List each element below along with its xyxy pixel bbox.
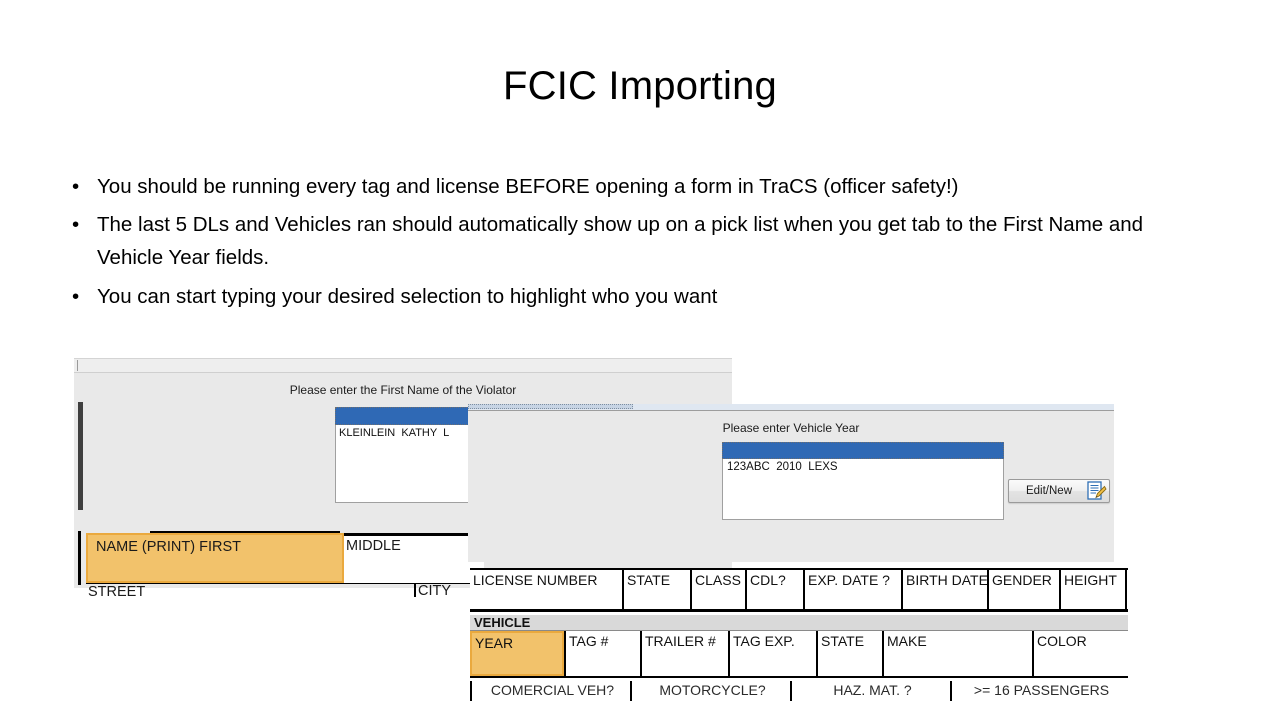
vehicle-col-passengers: >= 16 PASSENGERS [950,681,1128,701]
edit-new-button[interactable]: Edit/New [1008,479,1110,503]
bullet-text-1: You should be running every tag and lice… [97,175,959,198]
dialog-left-accent-bar [78,402,83,510]
vehicle-subheader-row: COMERCIAL VEH? MOTORCYCLE? HAZ. MAT. ? >… [470,681,1128,701]
vehicle-col-commercial: COMERCIAL VEH? [470,681,630,701]
vehicle-year-picker-screenshot: Please enter Vehicle Year 123ABC 2010 LE… [468,404,1114,562]
dl-col-exp-date: EXP. DATE ? [803,570,901,609]
vehicle-section-label: VEHICLE [474,615,531,630]
dl-col-gender: GENDER [987,570,1059,609]
vehicle-year-prompt-label: Please enter Vehicle Year [722,421,860,435]
vehicle-col-year[interactable]: YEAR [470,631,564,676]
bullet-text-3: You can start typing your desired select… [97,284,718,308]
vehicle-header-row: YEAR TAG # TRAILER # TAG EXP. STATE MAKE… [470,631,1128,678]
scrollbar-thumb[interactable] [468,404,633,409]
dl-col-birth-date: BIRTH DATE [901,570,987,609]
bullet-marker-icon: • [72,175,80,198]
vehicle-col-state: STATE [816,631,882,676]
field-name-print-first[interactable]: NAME (PRINT) FIRST [86,533,344,583]
bullet-marker-icon: • [72,213,80,237]
dl-col-license-number: LICENSE NUMBER [470,570,622,609]
dl-col-edge [1125,570,1130,609]
vehicle-section-header: VEHICLE [470,615,1128,631]
list-item[interactable]: KLEINLEIN KATHY L [336,425,468,439]
vehicle-col-tag: TAG # [564,631,640,676]
page-title: FCIC Importing [503,64,777,108]
first-name-dropdown-list[interactable]: KLEINLEIN KATHY L [335,425,469,503]
first-name-prompt-label: Please enter the First Name of the Viola… [289,383,517,397]
first-name-combobox[interactable]: KLEINLEIN KATHY L [335,407,469,503]
vehicle-col-tag-exp: TAG EXP. [728,631,816,676]
form-tables: LICENSE NUMBER STATE CLASS CDL? EXP. DAT… [470,568,1130,720]
bullet-marker-icon: • [72,284,80,308]
vehicle-col-make: MAKE [882,631,1032,676]
dl-col-cdl: CDL? [745,570,803,609]
dl-col-state: STATE [622,570,690,609]
vehicle-year-dropdown-list[interactable]: 123ABC 2010 LEXS [722,459,1004,520]
vehicle-col-color: COLOR [1032,631,1128,676]
vehicle-col-motorcycle: MOTORCYCLE? [630,681,790,701]
bullet-item-2: • The last 5 DLs and Vehicles ran should… [66,208,1186,274]
dl-col-height: HEIGHT [1059,570,1125,609]
dialog-toolbar [74,359,732,373]
vehicle-col-trailer: TRAILER # [640,631,728,676]
presentation-slide: FCIC Importing • You should be running e… [0,0,1280,720]
form-left-border [78,531,81,585]
list-item[interactable]: 123ABC 2010 LEXS [723,459,1003,473]
vehicle-year-combobox[interactable]: 123ABC 2010 LEXS [722,442,1004,520]
bullet-item-3: • You can start typing your desired sele… [66,280,1186,313]
edit-document-pencil-icon [1087,481,1107,500]
bullet-list: • You should be running every tag and li… [66,170,1186,318]
bullet-text-2: The last 5 DLs and Vehicles ran should a… [97,213,1144,270]
field-middle[interactable]: MIDDLE [344,533,484,583]
first-name-selected-value[interactable] [335,407,469,425]
toolbar-grip-icon [77,360,78,371]
field-street[interactable]: STREET [86,583,344,597]
dl-col-class: CLASS [690,570,745,609]
vehicle-col-haz-mat: HAZ. MAT. ? [790,681,950,701]
horizontal-scrollbar[interactable] [468,404,1114,411]
dl-header-row: LICENSE NUMBER STATE CLASS CDL? EXP. DAT… [470,568,1130,612]
vehicle-year-selected-value[interactable] [722,442,1004,459]
bullet-item-1: • You should be running every tag and li… [66,170,1186,203]
edit-new-button-label: Edit/New [1025,485,1073,497]
